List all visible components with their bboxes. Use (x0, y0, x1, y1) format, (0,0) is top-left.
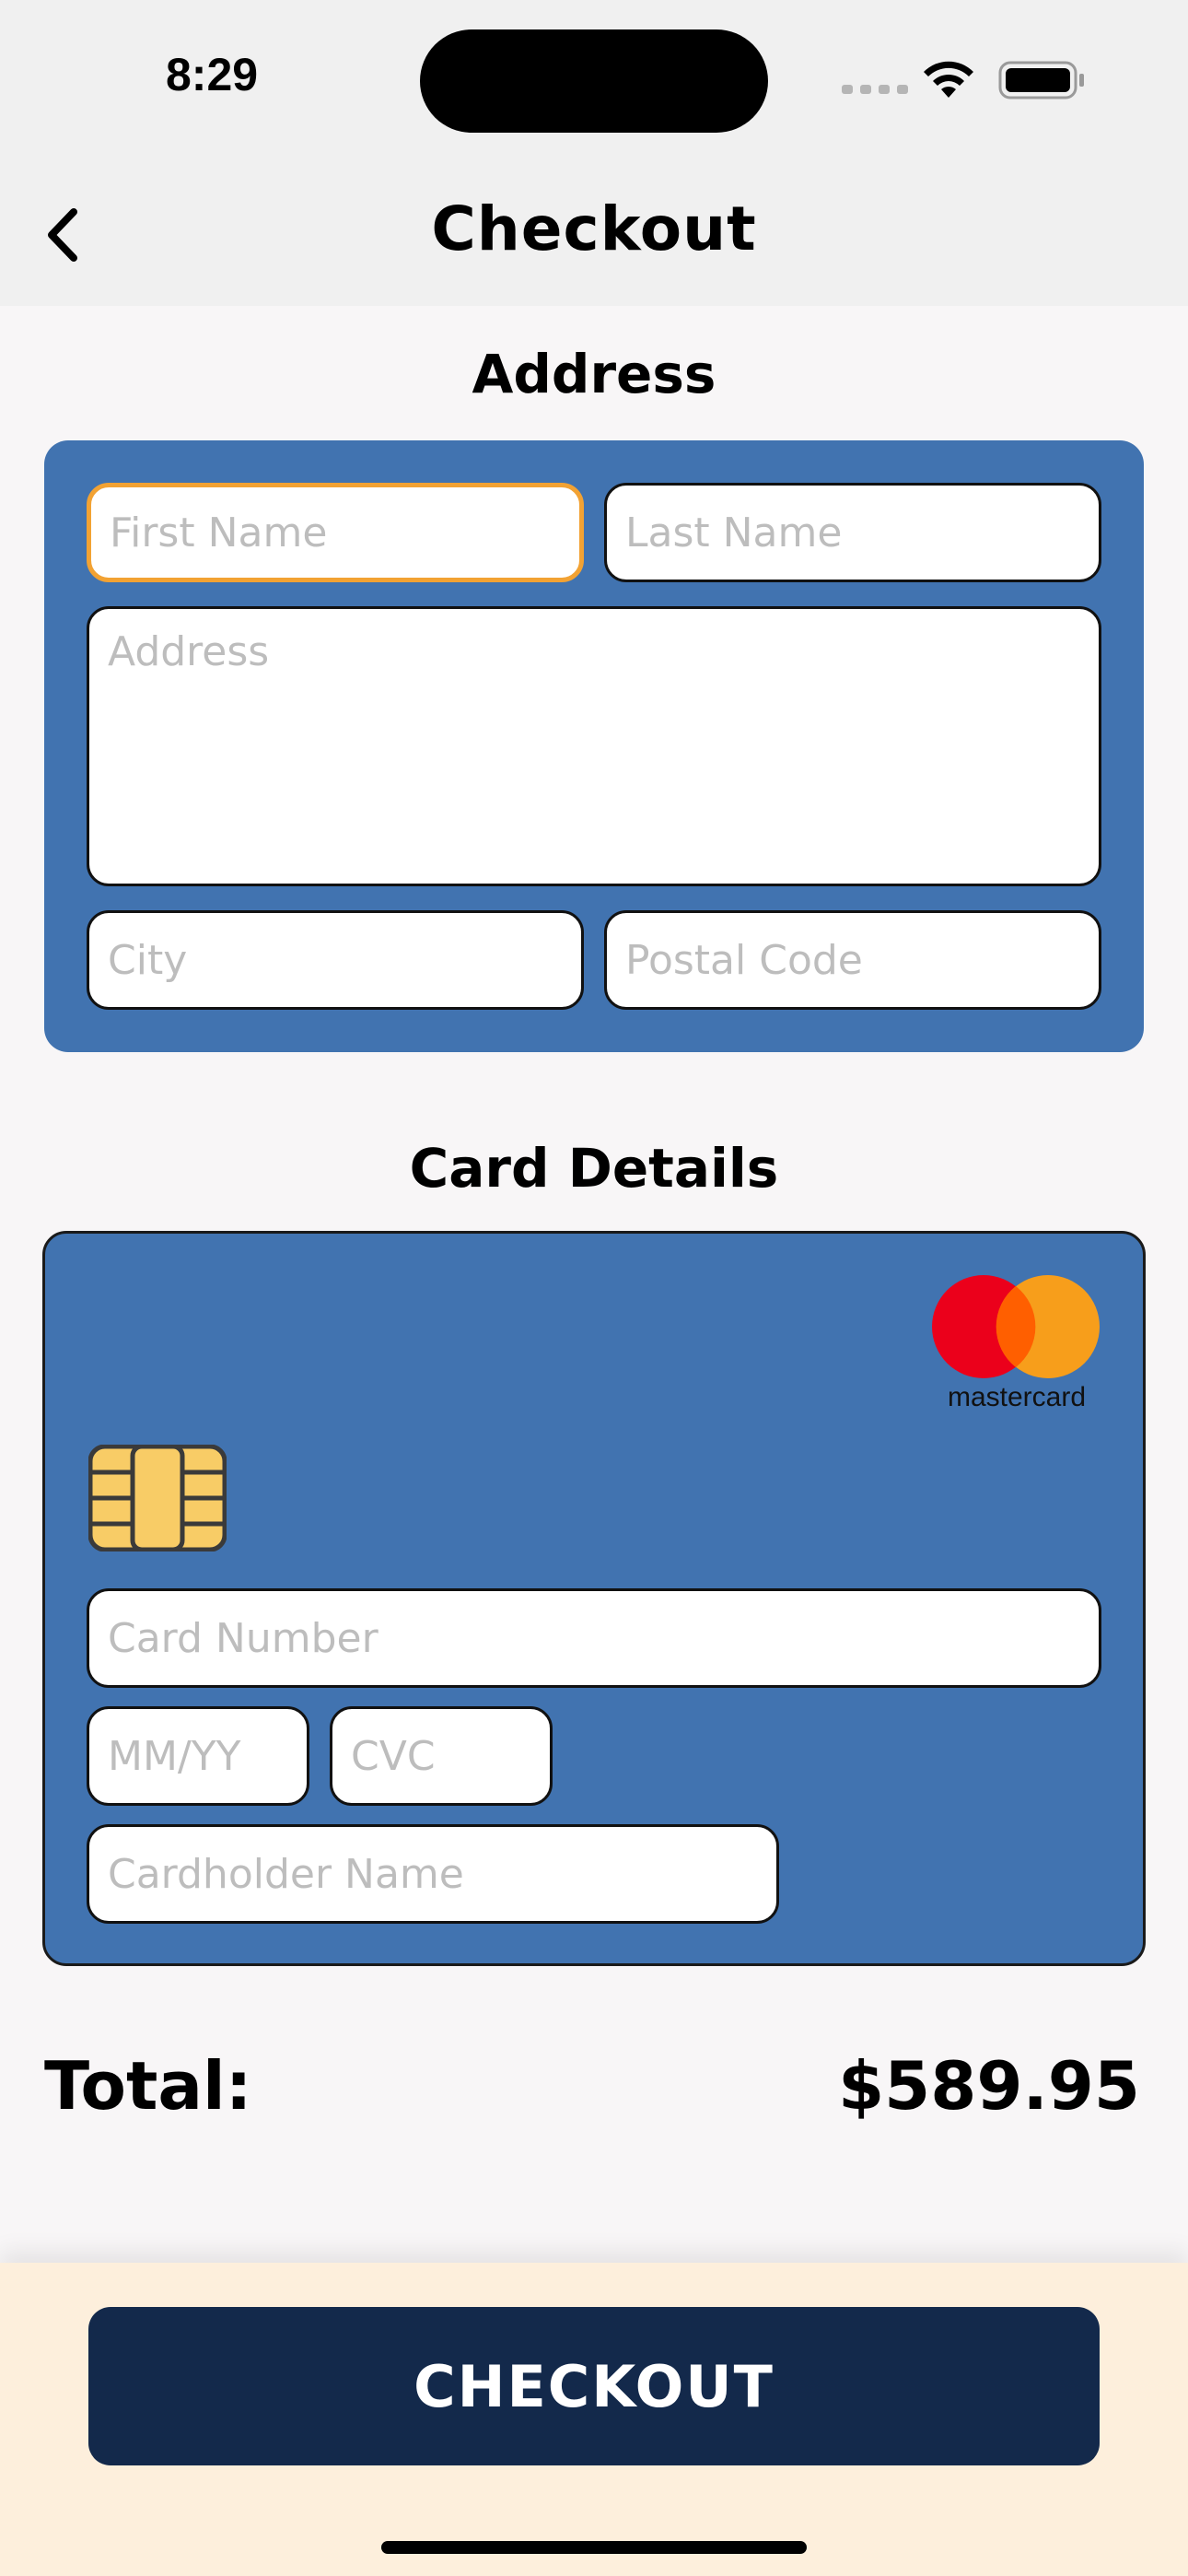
card-details-section-title: Card Details (409, 1137, 779, 1200)
navigation-bar: Checkout (0, 147, 1188, 306)
city-field[interactable] (87, 910, 584, 1010)
wifi-icon (924, 61, 973, 98)
dynamic-island (420, 29, 768, 133)
checkout-button[interactable]: CHECKOUT (88, 2307, 1100, 2465)
card-brand-label: mastercard (947, 1382, 1087, 1412)
status-time: 8:29 (166, 49, 259, 100)
checkout-footer: CHECKOUT (0, 2263, 1188, 2576)
card-chip-icon (88, 1445, 227, 1551)
address-field[interactable] (87, 606, 1101, 886)
page-title: Checkout (431, 193, 757, 264)
address-section-title: Address (472, 343, 716, 405)
postal-code-field[interactable] (604, 910, 1101, 1010)
cvc-field[interactable] (330, 1706, 553, 1806)
total-amount: $589.95 (838, 2047, 1140, 2125)
status-bar: 8:29 (0, 0, 1188, 147)
card-number-field[interactable] (87, 1588, 1101, 1688)
cardholder-name-field[interactable] (87, 1824, 779, 1924)
expiry-field[interactable] (87, 1706, 309, 1806)
battery-icon (998, 61, 1084, 100)
last-name-field[interactable] (604, 483, 1101, 582)
total-label: Total: (44, 2047, 252, 2125)
home-indicator (381, 2541, 807, 2554)
cellular-signal-icon (842, 85, 908, 94)
first-name-field[interactable] (87, 483, 584, 582)
